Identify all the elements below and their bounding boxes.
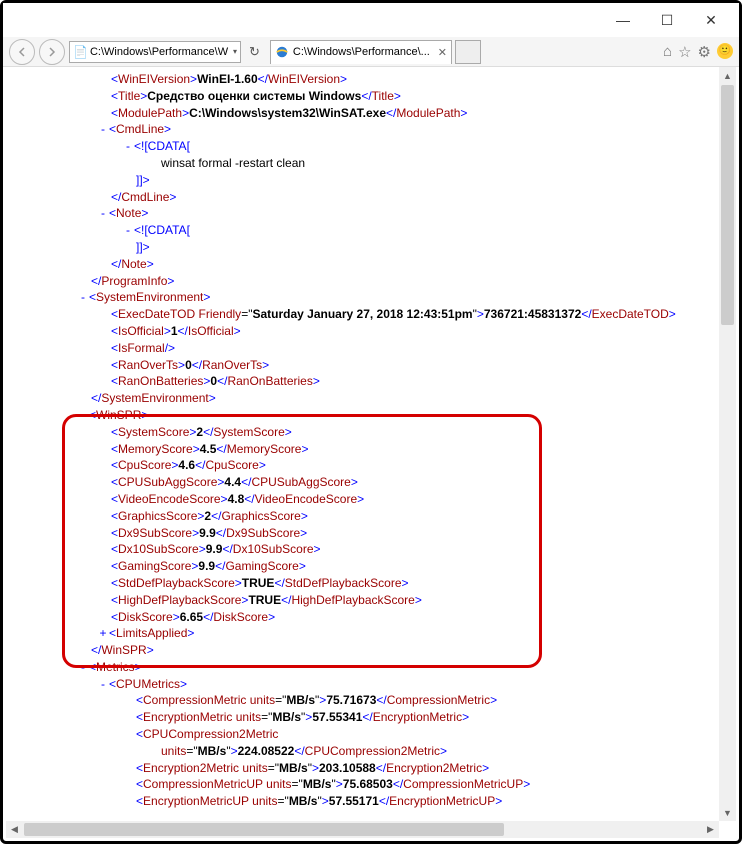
collapse-toggle[interactable]: -: [77, 289, 89, 306]
titlebar: — ☐ ✕: [3, 3, 739, 37]
file-icon: 📄: [73, 45, 88, 59]
encryptionmetricup-value: 57.55171: [329, 794, 379, 808]
isofficial-value: 1: [171, 324, 178, 338]
cdata-close: ]]>: [136, 240, 150, 254]
feedback-icon[interactable]: 🙂: [717, 43, 733, 59]
encryptionmetric-value: 57.55341: [312, 710, 362, 724]
collapse-toggle[interactable]: -: [122, 222, 134, 239]
address-dropdown-icon[interactable]: ▾: [230, 47, 237, 56]
stddefplaybackscore-value: TRUE: [242, 576, 275, 590]
diskscore-value: 6.65: [180, 610, 203, 624]
refresh-button[interactable]: ↻: [245, 44, 264, 60]
back-button[interactable]: [9, 39, 35, 65]
compressionmetricup-units: MB/s: [303, 777, 332, 791]
cmd-text: winsat formal -restart clean: [161, 156, 305, 170]
home-icon[interactable]: ⌂: [663, 43, 672, 61]
vertical-scrollbar[interactable]: ▲ ▼: [719, 67, 736, 821]
scroll-left-icon[interactable]: ◀: [6, 821, 23, 838]
scroll-thumb[interactable]: [721, 85, 734, 325]
compressionmetric-units: MB/s: [286, 693, 315, 707]
encryption2metric-value: 203.10588: [319, 761, 376, 775]
browser-toolbar: 📄 C:\Windows\Performance\W ▾ ↻ C:\Window…: [3, 37, 739, 67]
encryptionmetricup-units: MB/s: [289, 794, 318, 808]
horizontal-scrollbar[interactable]: ◀ ▶: [6, 821, 719, 838]
collapse-toggle[interactable]: -: [77, 659, 89, 676]
cdata-open: <![CDATA[: [134, 223, 190, 237]
scroll-thumb[interactable]: [24, 823, 504, 836]
cpucompression2metric-units: MB/s: [198, 744, 227, 758]
new-tab-button[interactable]: [455, 40, 481, 64]
execdatetod-friendly: Saturday January 27, 2018 12:43:51pm: [252, 307, 472, 321]
collapse-toggle[interactable]: -: [97, 205, 109, 222]
address-bar[interactable]: 📄 C:\Windows\Performance\W ▾: [69, 41, 241, 63]
scroll-up-icon[interactable]: ▲: [719, 67, 736, 84]
modulepath-value: C:\Windows\system32\WinSAT.exe: [189, 106, 386, 120]
collapse-toggle[interactable]: -: [122, 138, 134, 155]
title-value: Средство оценки системы Windows: [147, 89, 361, 103]
browser-tab[interactable]: C:\Windows\Performance\... ✕: [270, 40, 452, 64]
tab-title: C:\Windows\Performance\...: [293, 46, 430, 58]
cdata-close: ]]>: [136, 173, 150, 187]
ranoverts-value: 0: [185, 358, 192, 372]
cpusubaggscore-value: 4.4: [224, 475, 241, 489]
expand-toggle[interactable]: +: [97, 625, 109, 642]
encryptionmetric-units: MB/s: [272, 710, 301, 724]
collapse-toggle[interactable]: -: [77, 407, 89, 424]
close-button[interactable]: ✕: [689, 5, 733, 35]
tab-close-button[interactable]: ✕: [438, 46, 447, 59]
collapse-toggle[interactable]: -: [97, 121, 109, 138]
cpuscore-value: 4.6: [178, 458, 195, 472]
memoryscore-value: 4.5: [200, 442, 217, 456]
xml-content-pane: <WinEIVersion>WinEI-1.60</WinEIVersion> …: [6, 67, 736, 821]
dx9subscore-value: 9.9: [199, 526, 216, 540]
favorites-icon[interactable]: ☆: [678, 43, 691, 61]
cdata-open: <![CDATA[: [134, 139, 190, 153]
scroll-right-icon[interactable]: ▶: [702, 821, 719, 838]
settings-icon[interactable]: ⚙: [698, 43, 711, 61]
forward-button[interactable]: [39, 39, 65, 65]
encryption2metric-units: MB/s: [279, 761, 308, 775]
videoencodescore-value: 4.8: [228, 492, 245, 506]
maximize-button[interactable]: ☐: [645, 5, 689, 35]
compressionmetricup-value: 75.68503: [343, 777, 393, 791]
ie-icon: [275, 45, 289, 59]
execdatetod-value: 736721:45831372: [484, 307, 581, 321]
wineiversion-value: WinEI-1.60: [197, 72, 258, 86]
cpucompression2metric-value: 224.08522: [238, 744, 295, 758]
highdefplaybackscore-value: TRUE: [248, 593, 281, 607]
gamingscore-value: 9.9: [198, 559, 215, 573]
dx10subscore-value: 9.9: [206, 542, 223, 556]
minimize-button[interactable]: —: [601, 5, 645, 35]
scroll-down-icon[interactable]: ▼: [719, 804, 736, 821]
compressionmetric-value: 75.71673: [326, 693, 376, 707]
address-text: C:\Windows\Performance\W: [90, 46, 228, 58]
collapse-toggle[interactable]: -: [97, 676, 109, 693]
